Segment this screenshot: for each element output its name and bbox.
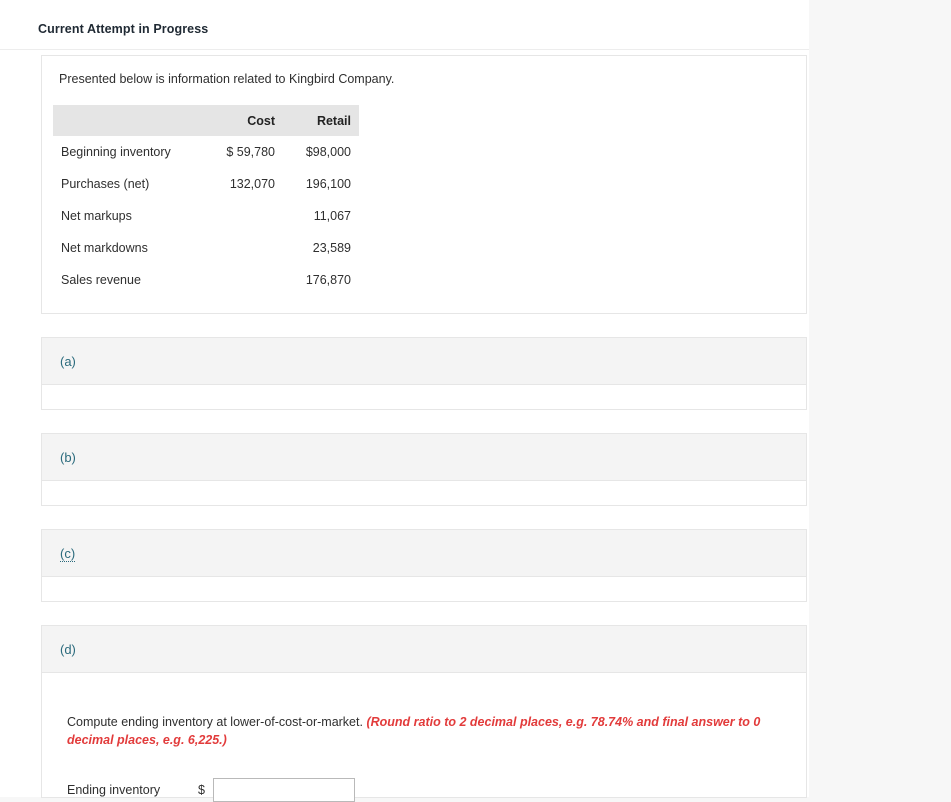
row-label: Purchases (net) (61, 177, 150, 191)
page-root: Current Attempt in Progress Presented be… (0, 0, 951, 802)
row-label: Beginning inventory (61, 145, 171, 159)
row-label: Net markups (61, 209, 132, 223)
section-d-letter[interactable]: (d) (60, 642, 76, 657)
currency-symbol: $ (198, 783, 205, 797)
row-retail-value: 11,067 (313, 209, 351, 223)
content-column: Current Attempt in Progress Presented be… (0, 0, 809, 802)
row-cost-value: 132,070 (229, 177, 275, 191)
table-header-retail: Retail (283, 105, 359, 136)
section-b-body (42, 481, 806, 505)
section-a: (a) (41, 337, 807, 410)
ending-inventory-input[interactable] (213, 778, 355, 802)
table-head: Cost Retail (53, 105, 359, 136)
section-c-letter-link[interactable]: (c) (60, 546, 76, 562)
attempt-status-band: Current Attempt in Progress (0, 0, 809, 50)
table-body: Beginning inventory $ 59,780 $98,000 Pur… (53, 136, 359, 296)
table-header-blank (53, 105, 197, 136)
table-row: Purchases (net) 132,070 196,100 (53, 168, 359, 200)
row-cost-value (197, 200, 283, 232)
section-d-body: Compute ending inventory at lower-of-cos… (42, 673, 806, 802)
table-row: Sales revenue 176,870 (53, 264, 359, 296)
table-header-cost: Cost (197, 105, 283, 136)
section-d-instruction: Compute ending inventory at lower-of-cos… (67, 713, 767, 749)
section-a-header: (a) (42, 338, 806, 385)
row-label: Net markdowns (61, 241, 148, 255)
info-card: Presented below is information related t… (41, 55, 807, 314)
section-c-header: (c) (42, 530, 806, 577)
section-b-letter[interactable]: (b) (60, 450, 76, 465)
row-cost-value (197, 232, 283, 264)
info-intro-text: Presented below is information related t… (59, 72, 395, 86)
row-retail-value: 176,870 (305, 273, 351, 287)
row-retail-value: $98,000 (305, 145, 351, 159)
row-retail-value: 23,589 (312, 241, 351, 255)
section-d-header: (d) (42, 626, 806, 673)
row-cost-value: $ 59,780 (226, 145, 275, 159)
section-a-body (42, 385, 806, 409)
table-header-row: Cost Retail (53, 105, 359, 136)
section-a-letter[interactable]: (a) (60, 354, 76, 369)
instruction-prompt: Compute ending inventory at lower-of-cos… (67, 715, 363, 729)
attempt-status-label: Current Attempt in Progress (38, 22, 209, 36)
inventory-data-table: Cost Retail Beginning inventory $ 59,780… (53, 105, 359, 296)
table-row: Net markdowns 23,589 (53, 232, 359, 264)
ending-inventory-answer-row: Ending inventory $ (67, 778, 355, 802)
row-cost-value (197, 264, 283, 296)
row-retail-value: 196,100 (305, 177, 351, 191)
row-label: Sales revenue (61, 273, 141, 287)
table-row: Beginning inventory $ 59,780 $98,000 (53, 136, 359, 168)
section-b-header: (b) (42, 434, 806, 481)
section-c-body (42, 577, 806, 601)
section-b: (b) (41, 433, 807, 506)
ending-inventory-label: Ending inventory (67, 783, 161, 797)
section-d: (d) Compute ending inventory at lower-of… (41, 625, 807, 802)
section-c: (c) (41, 529, 807, 602)
table-row: Net markups 11,067 (53, 200, 359, 232)
